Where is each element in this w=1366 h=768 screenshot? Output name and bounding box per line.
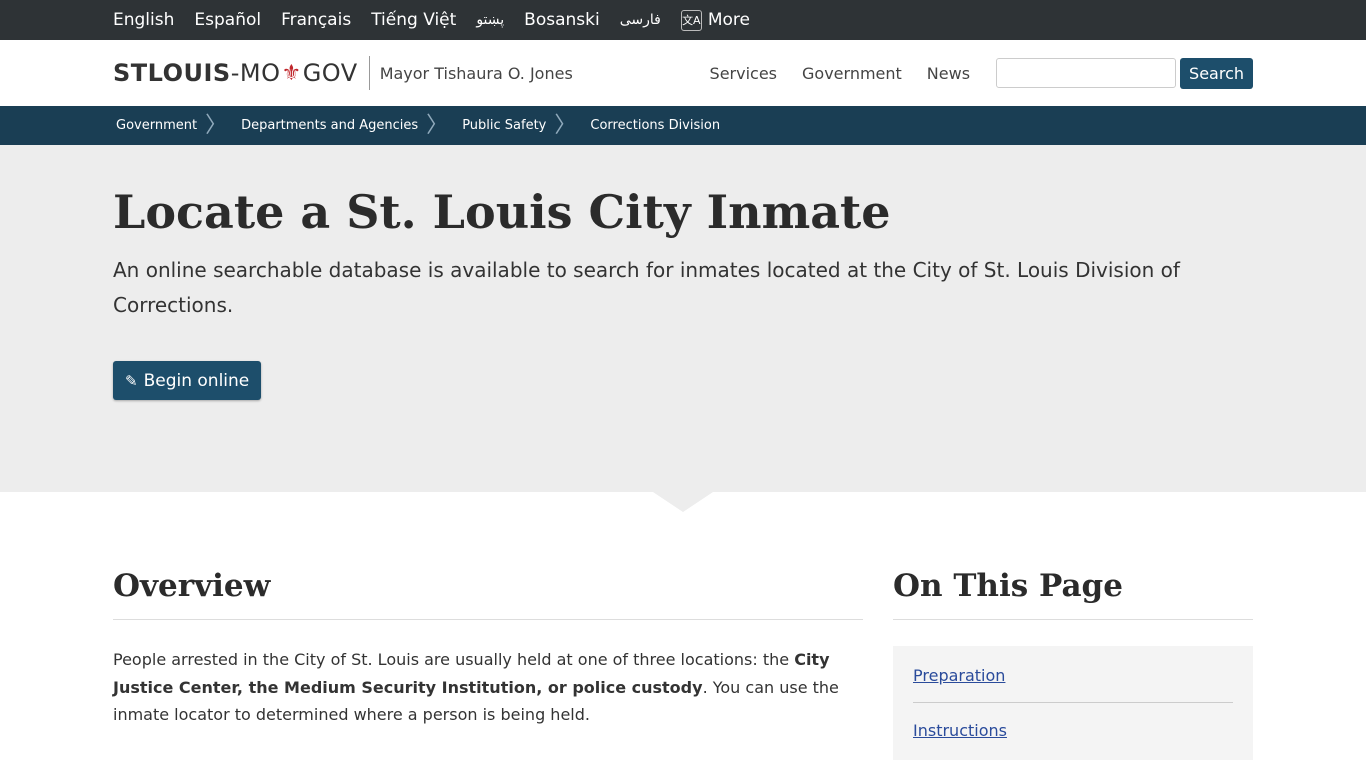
lang-more-button[interactable]: 文A More bbox=[680, 9, 750, 31]
search-input[interactable] bbox=[996, 58, 1177, 88]
lang-tieng-viet[interactable]: Tiếng Việt bbox=[371, 10, 456, 30]
begin-online-button[interactable]: ✎ Begin online bbox=[113, 361, 262, 400]
page-content: Overview People arrested in the City of … bbox=[0, 492, 1366, 760]
sidebar: On This Page Preparation Instructions bbox=[893, 568, 1253, 760]
overview-heading: Overview bbox=[113, 568, 863, 620]
lang-francais[interactable]: Français bbox=[281, 10, 351, 30]
on-this-page-list: Preparation Instructions bbox=[893, 646, 1253, 760]
page-description: An online searchable database is availab… bbox=[113, 258, 1180, 317]
site-header: STLOUIS -MO ⚜ GOV Mayor Tishaura O. Jones S… bbox=[0, 40, 1366, 106]
fleur-de-lis-icon: ⚜ bbox=[281, 60, 302, 86]
hero-section: Locate a St. Louis City Inmate An online… bbox=[0, 145, 1366, 512]
logo-stlouis: STLOUIS bbox=[113, 59, 231, 87]
lang-espanol[interactable]: Español bbox=[194, 10, 261, 30]
nav-government[interactable]: Government bbox=[802, 64, 902, 83]
logo-gov: GOV bbox=[302, 59, 358, 87]
site-logo[interactable]: STLOUIS -MO ⚜ GOV bbox=[113, 59, 358, 87]
toc-divider bbox=[913, 702, 1233, 703]
search-button[interactable]: Search bbox=[1180, 57, 1253, 89]
mayor-link[interactable]: Mayor Tishaura O. Jones bbox=[380, 64, 573, 83]
lang-pashto[interactable]: پښتو bbox=[476, 12, 504, 28]
search-box: Search bbox=[996, 57, 1253, 89]
breadcrumb: Government 〉 Departments and Agencies 〉 … bbox=[0, 106, 1366, 145]
logo-mo: -MO bbox=[230, 59, 281, 87]
toc-link-instructions[interactable]: Instructions bbox=[913, 717, 1233, 744]
breadcrumb-departments[interactable]: Departments and Agencies bbox=[241, 118, 418, 133]
translate-icon: 文A bbox=[680, 9, 702, 31]
page-title: Locate a St. Louis City Inmate bbox=[113, 185, 891, 239]
breadcrumb-corrections[interactable]: Corrections Division bbox=[590, 118, 720, 133]
language-bar: English Español Français Tiếng Việt پښتو… bbox=[0, 0, 1366, 40]
lang-more-label: More bbox=[707, 10, 750, 30]
edit-icon: ✎ bbox=[125, 371, 138, 390]
chevron-right-icon: 〉 bbox=[554, 112, 577, 138]
overview-text: People arrested in the City of St. Louis… bbox=[113, 646, 863, 729]
logo-divider bbox=[368, 56, 370, 90]
nav-services[interactable]: Services bbox=[710, 64, 777, 83]
chevron-right-icon: 〉 bbox=[205, 112, 228, 138]
on-this-page-heading: On This Page bbox=[893, 568, 1253, 620]
lang-english[interactable]: English bbox=[113, 10, 174, 30]
lang-farsi[interactable]: فارسی bbox=[620, 12, 661, 28]
toc-link-preparation[interactable]: Preparation bbox=[913, 662, 1233, 689]
hero-pointer bbox=[653, 492, 713, 512]
lang-bosanski[interactable]: Bosanski bbox=[524, 10, 600, 30]
begin-online-label: Begin online bbox=[143, 370, 250, 391]
chevron-right-icon: 〉 bbox=[426, 112, 449, 138]
nav-news[interactable]: News bbox=[927, 64, 970, 83]
main-column: Overview People arrested in the City of … bbox=[113, 568, 863, 760]
main-nav: Services Government News bbox=[685, 64, 970, 83]
breadcrumb-public-safety[interactable]: Public Safety bbox=[462, 118, 546, 133]
breadcrumb-government[interactable]: Government bbox=[116, 118, 197, 133]
overview-text-before: People arrested in the City of St. Louis… bbox=[113, 650, 795, 669]
